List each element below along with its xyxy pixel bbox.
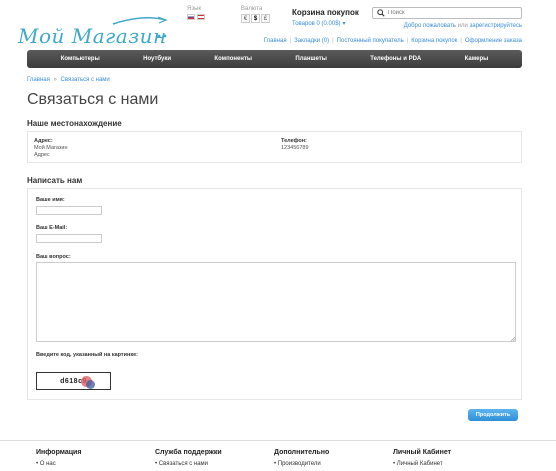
address-line-2: Адрес (34, 152, 50, 158)
cart-title: Корзина покупок (292, 8, 359, 17)
menu-item-laptops[interactable]: Ноутбуки (143, 56, 171, 62)
location-section-title: Наше местонахождение (27, 119, 122, 128)
top-link-account[interactable]: Постоянный покупатель (337, 38, 404, 44)
name-field[interactable] (36, 206, 102, 215)
contact-form: Ваше имя: Ваш E-Mail: Ваш вопрос: Введит… (27, 188, 522, 400)
footer-column-information: Информация О нас (36, 449, 81, 467)
currency-euro-button[interactable]: € (241, 14, 250, 23)
menu-item-computers[interactable]: Компьютеры (61, 56, 100, 62)
phone-value: 123456789 (281, 145, 309, 151)
form-section-title: Написать нам (27, 176, 83, 185)
continue-button[interactable]: Продолжить (468, 409, 518, 421)
top-link-checkout[interactable]: Оформление заказа (465, 38, 522, 44)
footer-title: Личный Кабинет (393, 449, 452, 456)
address-line-1: Мой Магазин (34, 145, 68, 151)
menu-item-cameras[interactable]: Камеры (465, 56, 489, 62)
welcome-line: Добро пожаловать или зарегистрируйтесь (403, 23, 522, 29)
breadcrumb: Главная » Связаться с нами (27, 77, 110, 83)
footer-link[interactable]: Связаться с нами (155, 461, 222, 467)
top-link-wishlist[interactable]: Закладки (0) (294, 38, 329, 44)
top-link-cart[interactable]: Корзина покупок (411, 38, 457, 44)
language-switcher: Язык (187, 6, 205, 20)
footer-title: Служба поддержки (155, 449, 222, 456)
english-flag-icon[interactable] (197, 14, 205, 20)
address-label: Адрес: (34, 138, 53, 144)
address-block: Адрес: Мой Магазин Адрес (34, 138, 68, 159)
currency-switcher: Валюта € $ £ (241, 6, 270, 23)
footer: Информация О нас Служба поддержки Связат… (0, 440, 556, 471)
search-input[interactable] (388, 10, 508, 16)
captcha-image: d618c9 (36, 372, 111, 390)
menu-item-phones[interactable]: Телефоны и PDA (370, 56, 421, 62)
top-link-home[interactable]: Главная (264, 38, 287, 44)
store-logo[interactable]: Мой Магазин (18, 12, 168, 48)
register-link[interactable]: зарегистрируйтесь (469, 23, 522, 29)
footer-column-account: Личный Кабинет Личный Кабинет (393, 449, 451, 467)
location-box: Адрес: Мой Магазин Адрес Телефон: 123456… (27, 131, 522, 163)
search-box[interactable] (372, 7, 522, 19)
phone-label: Телефон: (281, 138, 307, 144)
footer-link[interactable]: Личный Кабинет (393, 461, 451, 467)
cart-summary[interactable]: Корзина покупок Товаров 0 (0.00$) ▾ (292, 8, 359, 27)
breadcrumb-home[interactable]: Главная (27, 77, 50, 83)
top-links: Главная | Закладки (0) | Постоянный поку… (263, 38, 522, 44)
resize-grip-icon[interactable] (510, 336, 515, 341)
language-label: Язык (187, 6, 202, 12)
currency-dollar-button[interactable]: $ (251, 14, 260, 23)
main-menu: Компьютеры Ноутбуки Компоненты Планшеты … (27, 50, 522, 68)
chevron-down-icon: ▾ (342, 21, 346, 27)
currency-pound-button[interactable]: £ (261, 14, 270, 23)
menu-item-components[interactable]: Компоненты (214, 56, 252, 62)
phone-block: Телефон: 123456789 (281, 138, 309, 152)
welcome-link[interactable]: Добро пожаловать (404, 23, 456, 29)
question-label: Ваш вопрос: (36, 254, 71, 260)
footer-link[interactable]: Производители (274, 461, 329, 467)
question-textarea[interactable] (36, 262, 516, 342)
cart-total-text: Товаров 0 (0.00$) (292, 21, 341, 27)
currency-label: Валюта (241, 6, 263, 12)
footer-column-support: Служба поддержки Связаться с нами (155, 449, 222, 467)
search-icon[interactable] (377, 9, 385, 17)
page-title: Связаться с нами (27, 91, 159, 108)
cart-total-link[interactable]: Товаров 0 (0.00$) ▾ (292, 20, 359, 27)
captcha-noise (86, 380, 95, 389)
name-label: Ваше имя: (36, 197, 65, 203)
footer-link[interactable]: О нас (36, 461, 81, 467)
footer-column-extras: Дополнительно Производители (274, 449, 329, 467)
footer-title: Информация (36, 449, 82, 456)
captcha-label: Введите код, указанный на картинке: (36, 352, 138, 358)
russian-flag-icon[interactable] (187, 14, 195, 20)
menu-item-tablets[interactable]: Планшеты (295, 56, 326, 62)
logo-text: Мой Магазин (18, 24, 167, 48)
email-field[interactable] (36, 234, 102, 243)
email-label: Ваш E-Mail: (36, 225, 68, 231)
footer-title: Дополнительно (274, 449, 330, 456)
breadcrumb-contact[interactable]: Связаться с нами (61, 77, 110, 83)
